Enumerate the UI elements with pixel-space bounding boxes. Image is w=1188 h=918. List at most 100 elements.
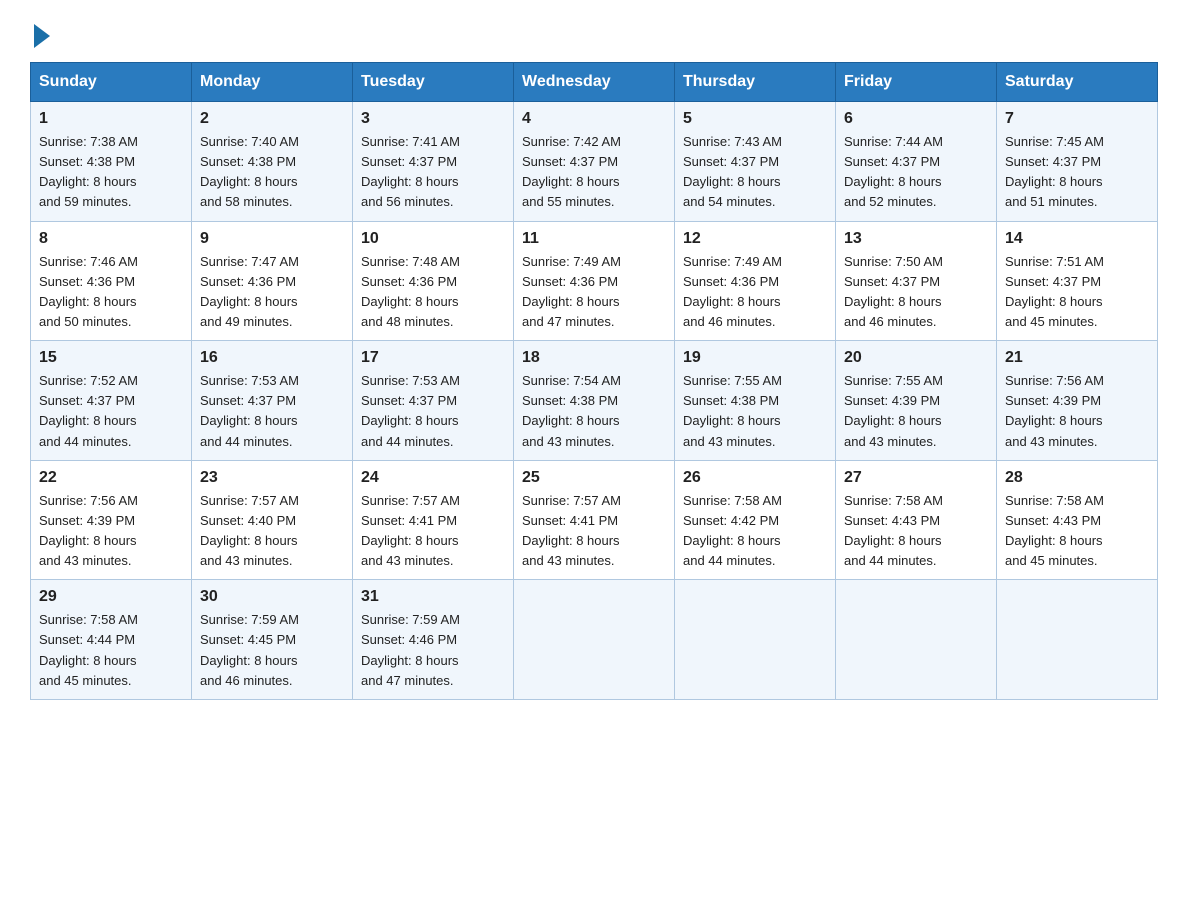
calendar-cell: 10 Sunrise: 7:48 AMSunset: 4:36 PMDaylig…	[353, 221, 514, 341]
day-info: Sunrise: 7:56 AMSunset: 4:39 PMDaylight:…	[1005, 373, 1104, 448]
calendar-cell: 8 Sunrise: 7:46 AMSunset: 4:36 PMDayligh…	[31, 221, 192, 341]
day-info: Sunrise: 7:57 AMSunset: 4:40 PMDaylight:…	[200, 493, 299, 568]
day-number: 4	[522, 110, 666, 128]
calendar-week-row: 22 Sunrise: 7:56 AMSunset: 4:39 PMDaylig…	[31, 460, 1158, 580]
day-number: 19	[683, 349, 827, 367]
day-number: 3	[361, 110, 505, 128]
calendar-cell: 17 Sunrise: 7:53 AMSunset: 4:37 PMDaylig…	[353, 341, 514, 461]
day-number: 11	[522, 230, 666, 248]
day-info: Sunrise: 7:59 AMSunset: 4:46 PMDaylight:…	[361, 612, 460, 687]
day-info: Sunrise: 7:57 AMSunset: 4:41 PMDaylight:…	[522, 493, 621, 568]
page-header	[30, 20, 1158, 42]
day-number: 20	[844, 349, 988, 367]
calendar-cell: 24 Sunrise: 7:57 AMSunset: 4:41 PMDaylig…	[353, 460, 514, 580]
day-info: Sunrise: 7:44 AMSunset: 4:37 PMDaylight:…	[844, 134, 943, 209]
day-number: 17	[361, 349, 505, 367]
calendar-week-row: 15 Sunrise: 7:52 AMSunset: 4:37 PMDaylig…	[31, 341, 1158, 461]
day-number: 7	[1005, 110, 1149, 128]
calendar-cell: 12 Sunrise: 7:49 AMSunset: 4:36 PMDaylig…	[675, 221, 836, 341]
day-info: Sunrise: 7:53 AMSunset: 4:37 PMDaylight:…	[200, 373, 299, 448]
day-info: Sunrise: 7:55 AMSunset: 4:39 PMDaylight:…	[844, 373, 943, 448]
calendar-cell: 22 Sunrise: 7:56 AMSunset: 4:39 PMDaylig…	[31, 460, 192, 580]
day-info: Sunrise: 7:38 AMSunset: 4:38 PMDaylight:…	[39, 134, 138, 209]
logo-arrow-icon	[34, 24, 50, 48]
calendar-cell: 7 Sunrise: 7:45 AMSunset: 4:37 PMDayligh…	[997, 102, 1158, 222]
day-number: 9	[200, 230, 344, 248]
column-header-monday: Monday	[192, 63, 353, 102]
day-number: 13	[844, 230, 988, 248]
day-number: 21	[1005, 349, 1149, 367]
column-header-tuesday: Tuesday	[353, 63, 514, 102]
calendar-cell: 31 Sunrise: 7:59 AMSunset: 4:46 PMDaylig…	[353, 580, 514, 700]
calendar-cell: 16 Sunrise: 7:53 AMSunset: 4:37 PMDaylig…	[192, 341, 353, 461]
day-info: Sunrise: 7:55 AMSunset: 4:38 PMDaylight:…	[683, 373, 782, 448]
calendar-week-row: 1 Sunrise: 7:38 AMSunset: 4:38 PMDayligh…	[31, 102, 1158, 222]
calendar-cell: 29 Sunrise: 7:58 AMSunset: 4:44 PMDaylig…	[31, 580, 192, 700]
day-number: 5	[683, 110, 827, 128]
day-info: Sunrise: 7:54 AMSunset: 4:38 PMDaylight:…	[522, 373, 621, 448]
calendar-cell: 20 Sunrise: 7:55 AMSunset: 4:39 PMDaylig…	[836, 341, 997, 461]
calendar-cell: 3 Sunrise: 7:41 AMSunset: 4:37 PMDayligh…	[353, 102, 514, 222]
calendar-cell: 28 Sunrise: 7:58 AMSunset: 4:43 PMDaylig…	[997, 460, 1158, 580]
day-info: Sunrise: 7:57 AMSunset: 4:41 PMDaylight:…	[361, 493, 460, 568]
calendar-cell: 19 Sunrise: 7:55 AMSunset: 4:38 PMDaylig…	[675, 341, 836, 461]
calendar-cell: 11 Sunrise: 7:49 AMSunset: 4:36 PMDaylig…	[514, 221, 675, 341]
day-number: 23	[200, 469, 344, 487]
day-number: 24	[361, 469, 505, 487]
calendar-cell	[514, 580, 675, 700]
day-info: Sunrise: 7:58 AMSunset: 4:44 PMDaylight:…	[39, 612, 138, 687]
calendar-cell: 21 Sunrise: 7:56 AMSunset: 4:39 PMDaylig…	[997, 341, 1158, 461]
calendar-cell: 26 Sunrise: 7:58 AMSunset: 4:42 PMDaylig…	[675, 460, 836, 580]
day-info: Sunrise: 7:45 AMSunset: 4:37 PMDaylight:…	[1005, 134, 1104, 209]
calendar-cell: 5 Sunrise: 7:43 AMSunset: 4:37 PMDayligh…	[675, 102, 836, 222]
day-number: 2	[200, 110, 344, 128]
day-number: 8	[39, 230, 183, 248]
day-number: 10	[361, 230, 505, 248]
column-header-saturday: Saturday	[997, 63, 1158, 102]
calendar-week-row: 29 Sunrise: 7:58 AMSunset: 4:44 PMDaylig…	[31, 580, 1158, 700]
day-number: 18	[522, 349, 666, 367]
day-info: Sunrise: 7:43 AMSunset: 4:37 PMDaylight:…	[683, 134, 782, 209]
calendar-cell: 18 Sunrise: 7:54 AMSunset: 4:38 PMDaylig…	[514, 341, 675, 461]
day-info: Sunrise: 7:58 AMSunset: 4:43 PMDaylight:…	[1005, 493, 1104, 568]
day-number: 16	[200, 349, 344, 367]
calendar-table: SundayMondayTuesdayWednesdayThursdayFrid…	[30, 62, 1158, 700]
column-header-wednesday: Wednesday	[514, 63, 675, 102]
day-number: 26	[683, 469, 827, 487]
day-info: Sunrise: 7:42 AMSunset: 4:37 PMDaylight:…	[522, 134, 621, 209]
day-number: 22	[39, 469, 183, 487]
column-header-friday: Friday	[836, 63, 997, 102]
calendar-week-row: 8 Sunrise: 7:46 AMSunset: 4:36 PMDayligh…	[31, 221, 1158, 341]
calendar-cell: 4 Sunrise: 7:42 AMSunset: 4:37 PMDayligh…	[514, 102, 675, 222]
calendar-cell: 15 Sunrise: 7:52 AMSunset: 4:37 PMDaylig…	[31, 341, 192, 461]
calendar-cell	[675, 580, 836, 700]
day-info: Sunrise: 7:47 AMSunset: 4:36 PMDaylight:…	[200, 254, 299, 329]
day-info: Sunrise: 7:58 AMSunset: 4:43 PMDaylight:…	[844, 493, 943, 568]
day-info: Sunrise: 7:46 AMSunset: 4:36 PMDaylight:…	[39, 254, 138, 329]
day-info: Sunrise: 7:53 AMSunset: 4:37 PMDaylight:…	[361, 373, 460, 448]
calendar-cell: 9 Sunrise: 7:47 AMSunset: 4:36 PMDayligh…	[192, 221, 353, 341]
day-info: Sunrise: 7:41 AMSunset: 4:37 PMDaylight:…	[361, 134, 460, 209]
day-info: Sunrise: 7:56 AMSunset: 4:39 PMDaylight:…	[39, 493, 138, 568]
calendar-cell: 30 Sunrise: 7:59 AMSunset: 4:45 PMDaylig…	[192, 580, 353, 700]
column-header-sunday: Sunday	[31, 63, 192, 102]
day-info: Sunrise: 7:51 AMSunset: 4:37 PMDaylight:…	[1005, 254, 1104, 329]
day-number: 15	[39, 349, 183, 367]
calendar-cell: 6 Sunrise: 7:44 AMSunset: 4:37 PMDayligh…	[836, 102, 997, 222]
calendar-header-row: SundayMondayTuesdayWednesdayThursdayFrid…	[31, 63, 1158, 102]
calendar-cell: 2 Sunrise: 7:40 AMSunset: 4:38 PMDayligh…	[192, 102, 353, 222]
day-number: 31	[361, 588, 505, 606]
day-number: 28	[1005, 469, 1149, 487]
calendar-cell	[836, 580, 997, 700]
day-info: Sunrise: 7:49 AMSunset: 4:36 PMDaylight:…	[522, 254, 621, 329]
day-number: 29	[39, 588, 183, 606]
logo	[30, 20, 50, 42]
day-info: Sunrise: 7:52 AMSunset: 4:37 PMDaylight:…	[39, 373, 138, 448]
day-info: Sunrise: 7:59 AMSunset: 4:45 PMDaylight:…	[200, 612, 299, 687]
calendar-cell: 27 Sunrise: 7:58 AMSunset: 4:43 PMDaylig…	[836, 460, 997, 580]
day-info: Sunrise: 7:58 AMSunset: 4:42 PMDaylight:…	[683, 493, 782, 568]
day-number: 30	[200, 588, 344, 606]
day-number: 27	[844, 469, 988, 487]
calendar-cell: 23 Sunrise: 7:57 AMSunset: 4:40 PMDaylig…	[192, 460, 353, 580]
calendar-cell: 1 Sunrise: 7:38 AMSunset: 4:38 PMDayligh…	[31, 102, 192, 222]
